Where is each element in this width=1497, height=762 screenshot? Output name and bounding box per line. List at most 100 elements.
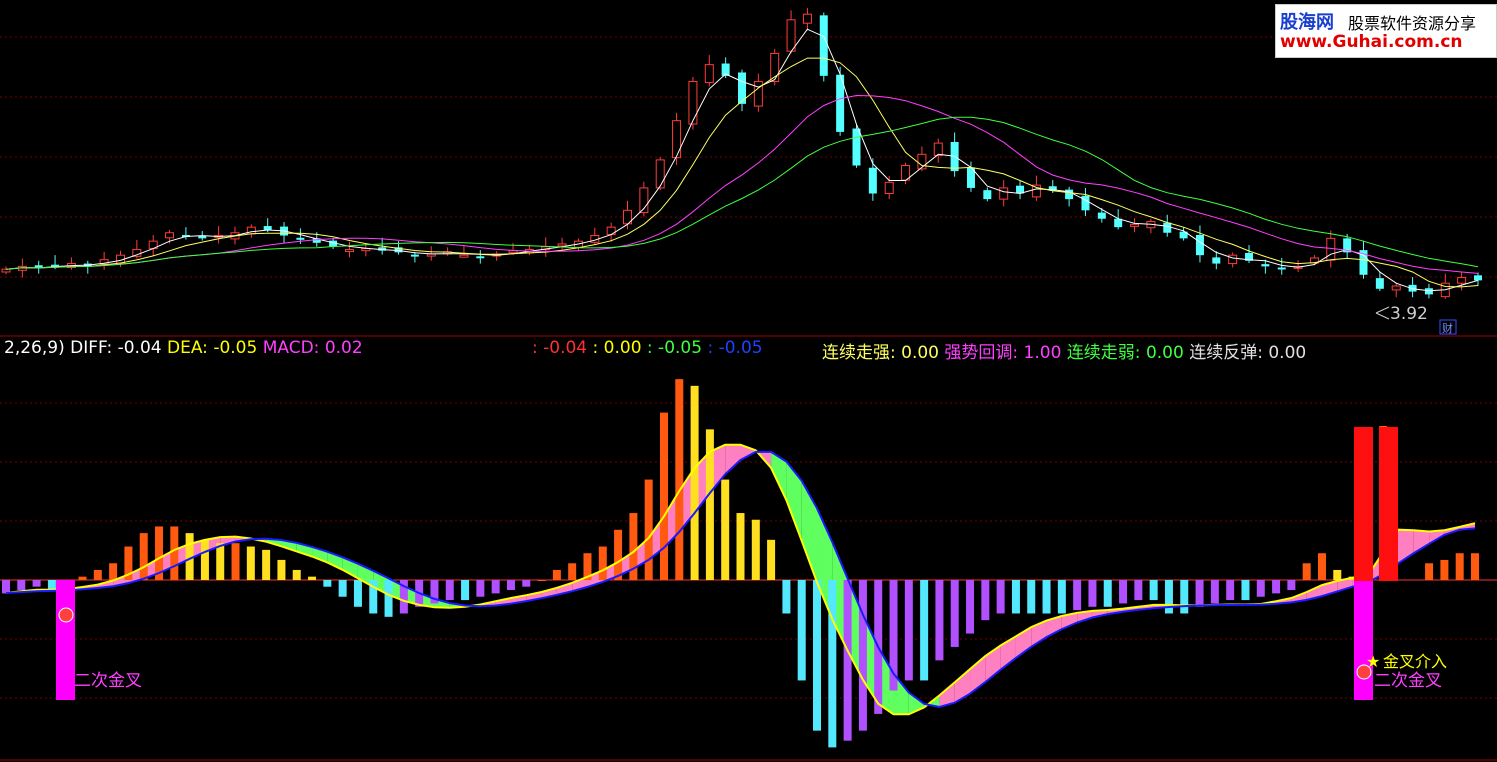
macd-bar bbox=[1317, 553, 1326, 580]
candle-body bbox=[1, 268, 11, 273]
macd-bar bbox=[353, 580, 362, 607]
candle-body bbox=[344, 249, 354, 253]
macd-bar bbox=[690, 385, 699, 580]
macd-bar bbox=[1333, 569, 1342, 580]
status-3-value: 0.00 bbox=[1145, 343, 1184, 363]
candle-body bbox=[786, 19, 796, 52]
macd-bar bbox=[828, 580, 837, 748]
macd-bar bbox=[1057, 580, 1066, 614]
indicator-header: 2,26,9) DIFF: -0.04 DEA: -0.05 MACD: 0.0… bbox=[4, 338, 363, 358]
macd-bar bbox=[491, 580, 500, 594]
macd-bar bbox=[996, 580, 1005, 614]
candle-body bbox=[672, 120, 682, 159]
fin-icon[interactable]: 财 bbox=[1442, 321, 1453, 335]
macd-bar bbox=[1180, 580, 1189, 614]
candle-body bbox=[459, 254, 469, 258]
macd-bar bbox=[522, 580, 531, 587]
macd-bar bbox=[1241, 580, 1250, 601]
macd-bar bbox=[614, 529, 623, 580]
macd-label: MACD: bbox=[262, 338, 320, 358]
status-1-label: 连续走强: bbox=[822, 343, 896, 363]
macd-bar bbox=[277, 559, 286, 580]
macd-bar bbox=[170, 526, 179, 580]
candle-body bbox=[999, 187, 1009, 200]
macd-bar bbox=[47, 580, 56, 591]
macd-bar bbox=[461, 580, 470, 601]
status-4-label: 连续反弹: bbox=[1189, 343, 1263, 363]
macd-bar bbox=[920, 580, 929, 681]
ma-line-20 bbox=[5, 116, 1479, 270]
diff-value: -0.04 bbox=[117, 338, 162, 358]
macd-bar bbox=[200, 539, 209, 580]
macd-bar bbox=[93, 569, 102, 580]
macd-bar bbox=[1210, 580, 1219, 604]
candle-body bbox=[410, 254, 419, 257]
macd-bar bbox=[552, 569, 561, 580]
candle-body bbox=[1195, 234, 1204, 256]
macd-bar bbox=[751, 519, 760, 580]
site-logo[interactable]: 股海网 股票软件资源分享 www.Guhai.com.cn bbox=[1275, 4, 1497, 58]
macd-bar bbox=[1119, 580, 1128, 604]
macd-bar bbox=[598, 546, 607, 580]
macd-bar bbox=[1287, 580, 1296, 591]
low-price-annotation: 3.92 财 bbox=[1375, 304, 1457, 335]
right-red-bar-1 bbox=[1354, 427, 1373, 581]
macd-bar bbox=[935, 580, 944, 661]
candle-body bbox=[296, 237, 305, 240]
macd-bar bbox=[1042, 580, 1051, 614]
macd-bar bbox=[659, 412, 668, 580]
ma-line-3 bbox=[5, 28, 1479, 292]
macd-bar bbox=[109, 563, 118, 580]
candle-body bbox=[557, 243, 567, 247]
status-2-label: 强势回调: bbox=[944, 343, 1019, 363]
candle-body bbox=[165, 232, 175, 239]
candle-body bbox=[688, 80, 698, 125]
macd-bar bbox=[292, 569, 301, 580]
macd-bar bbox=[813, 580, 822, 731]
macd-value: 0.02 bbox=[324, 338, 363, 358]
diff-dea-area bbox=[725, 444, 741, 475]
macd-bar bbox=[506, 580, 515, 591]
candle-body bbox=[819, 15, 828, 76]
macd-bar bbox=[843, 580, 852, 741]
macd-bar bbox=[1103, 580, 1112, 607]
low-price-label: 3.92 bbox=[1390, 304, 1428, 324]
macd-bar bbox=[476, 580, 485, 597]
macd-bar bbox=[966, 580, 975, 634]
status-values: 连续走强: 0.00 强势回调: 1.00 连续走弱: 0.00 连续反弹: 0… bbox=[822, 338, 1306, 363]
status-2-value: 1.00 bbox=[1023, 343, 1062, 363]
candle-body bbox=[852, 128, 861, 166]
macd-bar bbox=[32, 580, 41, 587]
macd-bar bbox=[17, 580, 26, 591]
candle-body bbox=[1277, 267, 1286, 270]
candle-body bbox=[917, 153, 927, 170]
macd-bar bbox=[950, 580, 959, 647]
macd-bar bbox=[338, 580, 347, 597]
candle-body bbox=[868, 167, 877, 194]
macd-bar bbox=[1073, 580, 1082, 611]
macd-bar bbox=[1164, 580, 1173, 614]
macd-bar bbox=[246, 546, 255, 580]
candle-body bbox=[1031, 184, 1041, 198]
diff-label: DIFF: bbox=[70, 338, 113, 358]
candle-body bbox=[1375, 278, 1384, 289]
macd-bar bbox=[1302, 563, 1311, 580]
value-1: : -0.04 bbox=[532, 338, 588, 358]
candle-body bbox=[1424, 288, 1433, 295]
candle-body bbox=[983, 190, 992, 200]
value-4: : -0.05 bbox=[707, 338, 763, 358]
status-3-label: 连续走弱: bbox=[1066, 343, 1141, 363]
candle-body bbox=[1457, 277, 1467, 284]
candle-body bbox=[263, 226, 272, 230]
dea-value: -0.05 bbox=[213, 338, 258, 358]
macd-bar bbox=[1027, 580, 1036, 614]
macd-bar bbox=[231, 543, 240, 580]
candle-body bbox=[1391, 285, 1401, 291]
macd-bar bbox=[568, 563, 577, 580]
macd-bar bbox=[767, 539, 776, 580]
candle-body bbox=[1326, 237, 1336, 261]
candle-body bbox=[1228, 254, 1238, 265]
macd-bar bbox=[1440, 559, 1449, 580]
candle-body bbox=[753, 80, 763, 107]
candle-body bbox=[1163, 222, 1172, 233]
